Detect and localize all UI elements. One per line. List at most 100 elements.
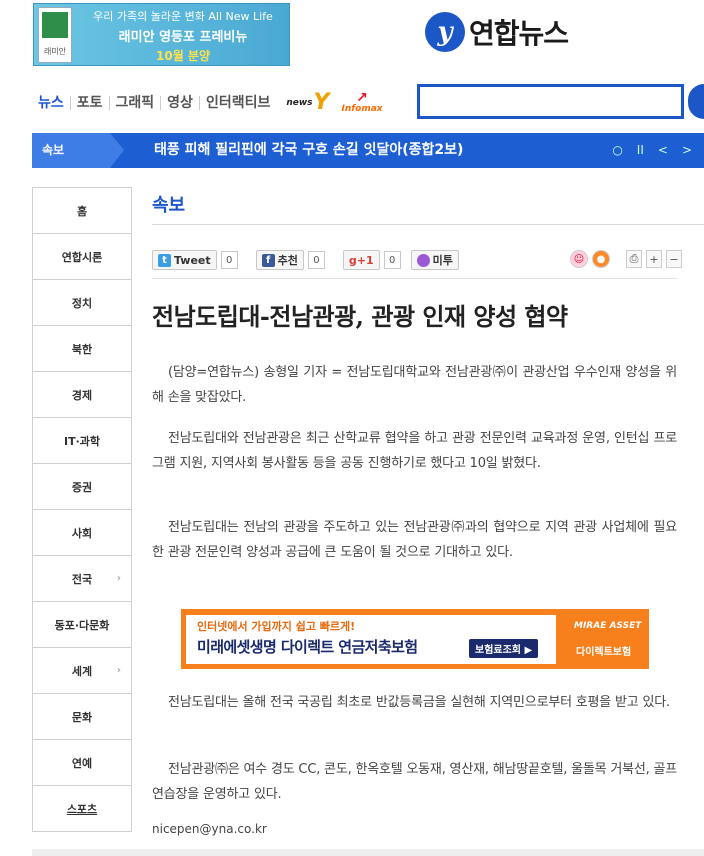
menu-item-entertainment[interactable]: 연예 — [33, 740, 131, 786]
menu-item-economy[interactable]: 경제 — [33, 372, 131, 418]
font-decrease-button[interactable]: − — [666, 250, 682, 268]
breaking-label-text: 속보 — [42, 143, 65, 157]
prev-icon[interactable]: < — [658, 133, 668, 168]
site-name: 연합뉴스 — [469, 17, 569, 50]
menu-item-world[interactable]: 세계 › — [33, 648, 131, 694]
menu-item-culture[interactable]: 문화 — [33, 694, 131, 740]
me2day-label: 미투 — [432, 254, 453, 267]
section-divider — [152, 224, 704, 225]
menu-label: 북한 — [71, 342, 93, 356]
search-button[interactable] — [688, 84, 704, 119]
google-plus-button[interactable]: g+1 — [342, 250, 380, 270]
section-menu: 홈 연합시론 정치 북한 경제 IT·과학 증권 사회 전국 › 동포·다문화 세… — [32, 187, 132, 832]
menu-item-it-science[interactable]: IT·과학 — [33, 418, 131, 464]
menu-label: 문화 — [71, 710, 93, 724]
banner-brand-label: 다이렉트보험 — [576, 647, 632, 658]
article-paragraph: 전남관광㈜은 여수 경도 CC, 콘도, 한옥호텔 오동재, 영산재, 해남땅끝… — [152, 757, 677, 807]
nav-item-interactive[interactable]: 인터랙티브 — [198, 95, 276, 110]
article-tools: ☺ ● ⎙ + − — [570, 250, 682, 268]
article-title: 전남도립대-전남관광, 관광 인재 양성 협약 — [152, 302, 568, 331]
google-plus-label: g+1 — [348, 253, 374, 267]
article-paragraph: 전남도립대는 올해 전국 국공립 최초로 반값등록금을 실현해 지역민으로부터 … — [152, 690, 677, 715]
pause-icon[interactable]: II — [637, 133, 644, 168]
search-input[interactable] — [417, 84, 684, 119]
menu-label: IT·과학 — [63, 434, 100, 448]
tweet-count: 0 — [220, 251, 238, 269]
menu-item-politics[interactable]: 정치 — [33, 280, 131, 326]
breaking-label-arrow — [110, 133, 124, 168]
menu-item-nationwide[interactable]: 전국 › — [33, 556, 131, 602]
article-paragraph: 전남도립대는 전남의 관광을 주도하고 있는 전남관광㈜과의 협약으로 지역 관… — [152, 515, 677, 565]
news-y-link[interactable]: news Y — [286, 90, 329, 115]
menu-label: 연예 — [71, 756, 93, 770]
menu-label: 동포·다문화 — [54, 618, 110, 632]
facebook-icon: f — [261, 253, 275, 267]
breaking-news-bar: 속보 태풍 피해 필리핀에 각국 구호 손길 잇달아(종합2보) ○ II < … — [32, 133, 704, 168]
news-y-label: news — [286, 97, 313, 108]
share-bar: t Tweet 0 f 추천 0 g+1 0 미투 — [152, 250, 459, 270]
font-increase-button[interactable]: + — [646, 250, 662, 268]
facebook-label: 추천 — [277, 254, 298, 267]
menu-item-sports[interactable]: 스포츠 — [33, 786, 131, 832]
yonhap-logo-icon: y — [425, 12, 465, 52]
me2day-icon — [416, 253, 430, 267]
me2day-button[interactable]: 미투 — [410, 250, 459, 270]
breaking-controls: ○ II < > — [612, 133, 692, 168]
nav-item-video[interactable]: 영상 — [160, 95, 199, 110]
infomax-link[interactable]: ↗ Infomax — [341, 89, 383, 114]
raemian-logo: 래미안 — [38, 7, 72, 63]
menu-label: 홈 — [76, 204, 88, 218]
menu-label: 전국 — [71, 572, 93, 586]
menu-label: 정치 — [71, 296, 93, 310]
top-advertisement[interactable]: 래미안 우리 가족의 놀라운 변화 All New Life 래미안 영등포 프… — [33, 3, 290, 66]
tweet-label: Tweet — [174, 253, 211, 267]
raemian-brand-label: 래미안 — [43, 47, 67, 56]
tweet-button[interactable]: t Tweet — [152, 250, 217, 270]
rolling-indicator-icon[interactable]: ○ — [612, 133, 622, 168]
paragraph-text: 전남도립대는 올해 전국 국공립 최초로 반값등록금을 실현해 지역민으로부터 … — [168, 695, 670, 710]
reaction-icon[interactable]: ☺ — [570, 250, 588, 268]
ad-line-1: 우리 가족의 놀라운 변화 All New Life — [93, 10, 273, 23]
bookmark-icon[interactable]: ● — [592, 250, 610, 268]
paragraph-text: 전남도립대는 전남의 관광을 주도하고 있는 전남관광㈜과의 협약으로 지역 관… — [152, 520, 677, 560]
infomax-arrow-icon: ↗ — [356, 89, 368, 106]
print-icon[interactable]: ⎙ — [626, 250, 642, 268]
infomax-label: Infomax — [341, 103, 383, 114]
facebook-recommend-button[interactable]: f 추천 — [255, 250, 304, 270]
breaking-headline[interactable]: 태풍 피해 필리핀에 각국 구호 손길 잇달아(종합2보) — [154, 133, 463, 168]
next-icon[interactable]: > — [682, 133, 692, 168]
menu-item-society[interactable]: 사회 — [33, 510, 131, 556]
ad-line-3: 10월 분양 — [156, 49, 210, 63]
premium-check-button[interactable]: 보험료조회 ▶ — [469, 639, 539, 658]
main-nav: 뉴스 포토 그래픽 영상 인터랙티브 news Y ↗ Infomax — [38, 90, 383, 115]
nav-item-graphic[interactable]: 그래픽 — [108, 95, 161, 110]
article-paragraph: 전남도립대와 전남관광은 최근 산학교류 협약을 하고 관광 전문인력 교육과정… — [152, 426, 677, 476]
twitter-icon: t — [158, 253, 171, 267]
section-title: 속보 — [152, 195, 186, 216]
menu-item-north-korea[interactable]: 북한 — [33, 326, 131, 372]
paragraph-text: 전남도립대와 전남관광은 최근 산학교류 협약을 하고 관광 전문인력 교육과정… — [152, 431, 677, 471]
google-plus-count: 0 — [383, 251, 401, 269]
menu-item-stocks[interactable]: 증권 — [33, 464, 131, 510]
menu-label: 사회 — [71, 526, 93, 540]
menu-item-overseas-koreans[interactable]: 동포·다문화 — [33, 602, 131, 648]
menu-label: 경제 — [71, 388, 93, 402]
reporter-email[interactable]: nicepen@yna.co.kr — [152, 822, 267, 836]
banner-brand-logo: MIRAE ASSET — [574, 621, 642, 631]
breaking-label: 속보 — [32, 133, 124, 168]
chevron-right-icon: › — [116, 573, 121, 584]
menu-label: 증권 — [71, 480, 93, 494]
facebook-count: 0 — [307, 251, 325, 269]
site-logo[interactable]: y 연합뉴스 — [425, 6, 569, 58]
paragraph-text: (담양=연합뉴스) 송형일 기자 = 전남도립대학교와 전남관광㈜이 관광산업 … — [152, 365, 677, 405]
nav-item-news[interactable]: 뉴스 — [38, 96, 70, 110]
nav-item-photo[interactable]: 포토 — [69, 95, 109, 110]
menu-label: 연합시론 — [61, 250, 103, 264]
news-y-icon: Y — [313, 90, 330, 115]
ad-line-2: 래미안 영등포 프레비뉴 — [118, 30, 248, 45]
article-paragraph: (담양=연합뉴스) 송형일 기자 = 전남도립대학교와 전남관광㈜이 관광산업 … — [152, 360, 677, 410]
insurance-banner-ad[interactable]: 인터넷에서 가입까지 쉽고 빠르게! 미래에셋생명 다이렉트 연금저축보험 보험… — [181, 609, 649, 669]
banner-tagline: 인터넷에서 가입까지 쉽고 빠르게! — [197, 620, 356, 633]
menu-item-home[interactable]: 홈 — [33, 188, 131, 234]
menu-item-editorial[interactable]: 연합시론 — [33, 234, 131, 280]
